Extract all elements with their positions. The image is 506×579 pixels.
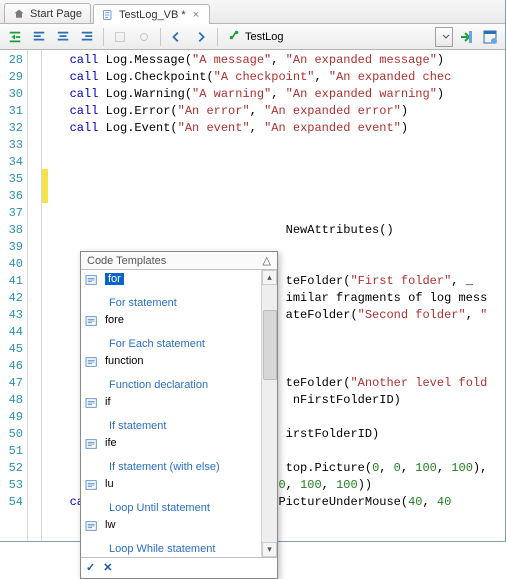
goto-function-button[interactable] xyxy=(455,26,477,48)
toolbar-separator xyxy=(103,28,104,46)
function-selector[interactable]: TestLog xyxy=(227,29,407,44)
template-name: for xyxy=(105,273,124,285)
popup-scrollbar[interactable]: ▴ ▾ xyxy=(261,270,277,557)
template-name: lu xyxy=(105,478,114,490)
template-item-lu[interactable]: lu xyxy=(81,475,261,496)
tab-start-page[interactable]: Start Page xyxy=(4,3,91,23)
line-number-gutter: 2829303132333435363738394041424344454647… xyxy=(0,50,28,541)
scroll-up-button[interactable]: ▴ xyxy=(262,270,277,285)
marker-margin xyxy=(28,50,42,541)
align-right-button[interactable] xyxy=(76,26,98,48)
template-desc: Function declaration xyxy=(109,379,208,391)
home-icon xyxy=(13,8,25,20)
template-icon xyxy=(85,356,99,371)
function-dropdown[interactable] xyxy=(435,27,453,47)
template-icon xyxy=(85,397,99,412)
popup-footer: ✓ ✕ xyxy=(81,557,277,578)
scroll-down-button[interactable]: ▾ xyxy=(262,542,277,557)
panel-settings-button[interactable] xyxy=(479,26,501,48)
function-icon xyxy=(227,29,241,44)
function-name: TestLog xyxy=(245,31,407,43)
template-item-for[interactable]: for xyxy=(81,270,261,291)
scroll-thumb[interactable] xyxy=(263,310,277,380)
template-icon xyxy=(85,274,99,289)
template-icon xyxy=(85,479,99,494)
tab-testlog-vb[interactable]: TestLog_VB * × xyxy=(93,4,210,24)
template-name: if xyxy=(105,396,111,408)
template-desc: For statement xyxy=(109,297,177,309)
template-item-ife[interactable]: ife xyxy=(81,434,261,455)
chevron-down-icon xyxy=(442,33,450,41)
toolbar-separator xyxy=(217,28,218,46)
template-name: ife xyxy=(105,437,117,449)
toggle-bookmark-button[interactable] xyxy=(109,26,131,48)
close-icon[interactable]: × xyxy=(191,9,201,21)
show-bookmark-button[interactable] xyxy=(133,26,155,48)
template-list[interactable]: for For statement fore For Each statement fu… xyxy=(81,270,261,557)
template-icon xyxy=(85,315,99,330)
template-icon xyxy=(85,520,99,535)
editor-toolbar: TestLog xyxy=(0,24,505,50)
toolbar-separator xyxy=(160,28,161,46)
template-item-lw[interactable]: lw xyxy=(81,516,261,537)
nav-forward-button[interactable] xyxy=(190,26,212,48)
template-name: function xyxy=(105,355,144,367)
align-center-button[interactable] xyxy=(52,26,74,48)
sort-icon[interactable]: △ xyxy=(263,254,271,267)
template-item-if[interactable]: if xyxy=(81,393,261,414)
tab-label: TestLog_VB * xyxy=(119,9,186,21)
tab-label: Start Page xyxy=(30,8,82,20)
popup-header[interactable]: Code Templates △ xyxy=(81,252,277,270)
template-name: fore xyxy=(105,314,124,326)
template-item-function[interactable]: function xyxy=(81,352,261,373)
accept-button[interactable]: ✓ xyxy=(86,561,95,574)
template-desc: If statement xyxy=(109,420,166,432)
template-desc: If statement (with else) xyxy=(109,461,220,473)
document-tabstrip: Start Page TestLog_VB * × xyxy=(0,0,505,24)
indent-right-button[interactable] xyxy=(4,26,26,48)
template-desc: Loop While statement xyxy=(109,543,215,555)
popup-title: Code Templates xyxy=(87,255,166,267)
code-editor[interactable]: 2829303132333435363738394041424344454647… xyxy=(0,50,505,541)
align-left-button[interactable] xyxy=(28,26,50,48)
template-icon xyxy=(85,438,99,453)
template-desc: For Each statement xyxy=(109,338,205,350)
script-icon xyxy=(102,9,114,21)
code-templates-popup: Code Templates △ for For statement fore For… xyxy=(80,251,278,579)
nav-back-button[interactable] xyxy=(166,26,188,48)
template-item-fore[interactable]: fore xyxy=(81,311,261,332)
cancel-button[interactable]: ✕ xyxy=(103,561,112,574)
template-desc: Loop Until statement xyxy=(109,502,210,514)
template-name: lw xyxy=(105,519,115,531)
